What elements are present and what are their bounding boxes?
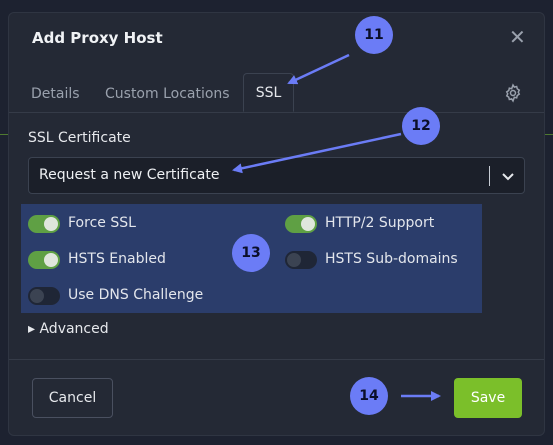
hsts-subdomains-toggle[interactable] — [285, 251, 317, 269]
hsts-enabled-toggle[interactable] — [28, 251, 60, 269]
ssl-certificate-label: SSL Certificate — [28, 130, 131, 146]
hsts-enabled-label: HSTS Enabled — [68, 251, 166, 267]
backdrop-line — [545, 134, 553, 135]
cancel-button[interactable]: Cancel — [32, 378, 113, 418]
save-button[interactable]: Save — [454, 378, 522, 418]
tab-details[interactable]: Details — [31, 86, 80, 102]
dns-challenge-toggle[interactable] — [28, 287, 60, 305]
chevron-down-icon[interactable] — [498, 166, 518, 186]
force-ssl-label: Force SSL — [68, 215, 136, 231]
hsts-subdomains-label: HSTS Sub-domains — [325, 251, 458, 267]
http2-support-label: HTTP/2 Support — [325, 215, 435, 231]
annotation-badge-11: 11 — [355, 16, 393, 54]
close-icon[interactable]: ✕ — [509, 27, 526, 47]
tab-ssl[interactable]: SSL — [243, 73, 294, 112]
ssl-certificate-value: Request a new Certificate — [39, 167, 220, 183]
advanced-toggle[interactable]: ▸ Advanced — [28, 321, 109, 337]
annotation-badge-13: 13 — [232, 234, 270, 272]
http2-support-toggle[interactable] — [285, 215, 317, 233]
force-ssl-toggle[interactable] — [28, 215, 60, 233]
tab-custom-locations[interactable]: Custom Locations — [105, 86, 230, 102]
annotation-badge-12: 12 — [402, 107, 440, 145]
dns-challenge-label: Use DNS Challenge — [68, 287, 204, 303]
add-proxy-host-dialog: Add Proxy Host ✕ Details Custom Location… — [8, 12, 545, 436]
annotation-badge-14: 14 — [350, 377, 388, 415]
footer-divider — [9, 359, 544, 360]
ssl-certificate-select[interactable]: Request a new Certificate — [28, 157, 525, 194]
select-separator — [489, 166, 490, 186]
dialog-title: Add Proxy Host — [32, 29, 163, 47]
gear-icon[interactable] — [503, 83, 523, 103]
